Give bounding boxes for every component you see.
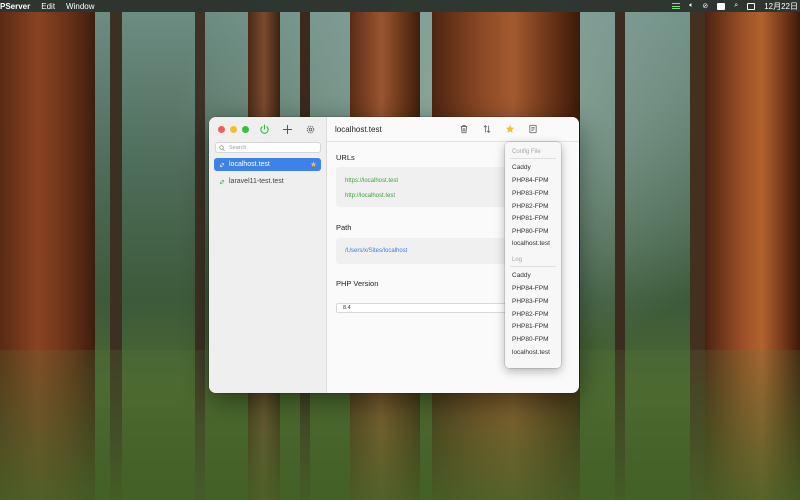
site-list: localhost.test ★ laravel11-test.test (214, 158, 321, 192)
search-input[interactable] (229, 144, 319, 151)
power-icon (259, 124, 269, 134)
volume-icon[interactable]: 🔈︎ (689, 2, 693, 10)
delete-site-button[interactable] (458, 123, 470, 135)
site-search[interactable] (215, 142, 321, 153)
log-item-php84[interactable]: PHP84-FPM (512, 285, 548, 292)
menubar-clock[interactable]: 12月22日 (764, 1, 798, 12)
page-title: localhost.test (335, 125, 382, 134)
spotlight-search-icon[interactable]: ⌕ (734, 2, 738, 10)
window-controls (218, 126, 249, 133)
input-method-icon[interactable] (717, 2, 726, 10)
close-window-button[interactable] (218, 126, 225, 133)
config-log-menu: Config File Caddy PHP84-FPM PHP83-FPM PH… (505, 142, 561, 368)
site-item-label: laravel11-test.test (229, 178, 284, 185)
zoom-window-button[interactable] (242, 126, 249, 133)
sort-button[interactable] (481, 123, 493, 135)
star-icon (505, 124, 515, 133)
plus-icon (282, 124, 292, 134)
config-item-php80[interactable]: PHP80-FPM (512, 228, 548, 235)
log-item-localhost[interactable]: localhost.test (512, 349, 550, 356)
php-version-label: PHP Version (336, 279, 379, 288)
site-item-localhost[interactable]: localhost.test ★ (214, 158, 321, 171)
minimize-window-button[interactable] (230, 126, 237, 133)
menubar-edit[interactable]: Edit (41, 2, 55, 11)
power-button[interactable] (258, 123, 270, 135)
menubar-window[interactable]: Window (66, 2, 94, 11)
document-list-icon (529, 124, 537, 134)
http-url-link[interactable]: http://localhost.test (345, 193, 395, 199)
log-header: Log (512, 257, 523, 263)
https-url-link[interactable]: https://localhost.test (345, 178, 398, 184)
search-icon (219, 144, 225, 151)
add-site-button[interactable] (281, 123, 293, 135)
log-item-php82[interactable]: PHP82-FPM (512, 311, 548, 318)
log-item-php81[interactable]: PHP81-FPM (512, 323, 548, 330)
path-label: Path (336, 223, 352, 232)
site-item-label: localhost.test (229, 161, 270, 168)
log-item-php83[interactable]: PHP83-FPM (512, 298, 548, 305)
site-item-laravel11[interactable]: laravel11-test.test (214, 175, 321, 188)
config-item-php83[interactable]: PHP83-FPM (512, 190, 548, 197)
config-item-localhost[interactable]: localhost.test (512, 240, 550, 247)
config-item-php82[interactable]: PHP82-FPM (512, 203, 548, 210)
gear-icon (306, 125, 314, 133)
detail-header: localhost.test (327, 117, 579, 142)
menu-bar: PServer Edit Window 🔈︎ ⊘ ⌕ 12月22日 (0, 0, 800, 12)
menu-separator (510, 158, 556, 159)
config-file-header: Config File (512, 149, 541, 155)
site-path-link[interactable]: /Users/x/Sites/localhost (345, 248, 407, 254)
favorite-star-icon: ★ (309, 160, 317, 169)
config-item-php81[interactable]: PHP81-FPM (512, 215, 548, 222)
link-icon (219, 162, 225, 167)
sidebar-toolbar (258, 123, 316, 135)
menu-separator (510, 266, 556, 267)
link-icon (219, 179, 225, 184)
log-item-caddy[interactable]: Caddy (512, 272, 531, 279)
menubar-app-name[interactable]: PServer (0, 2, 30, 11)
settings-button[interactable] (304, 123, 316, 135)
menubar-status-area: 🔈︎ ⊘ ⌕ 12月22日 (672, 0, 798, 12)
log-item-php80[interactable]: PHP80-FPM (512, 336, 548, 343)
sidebar: localhost.test ★ laravel11-test.test (209, 117, 327, 393)
wifi-off-icon[interactable]: ⊘ (702, 2, 708, 10)
config-item-caddy[interactable]: Caddy (512, 164, 531, 171)
config-item-php84[interactable]: PHP84-FPM (512, 177, 548, 184)
control-center-icon[interactable] (747, 2, 756, 10)
detail-toolbar (458, 123, 539, 135)
favorite-button[interactable] (504, 123, 516, 135)
trash-icon (460, 125, 468, 134)
pserver-status-icon[interactable] (672, 3, 681, 9)
config-files-button[interactable] (527, 123, 539, 135)
arrows-up-down-icon (483, 125, 491, 133)
urls-label: URLs (336, 153, 355, 162)
